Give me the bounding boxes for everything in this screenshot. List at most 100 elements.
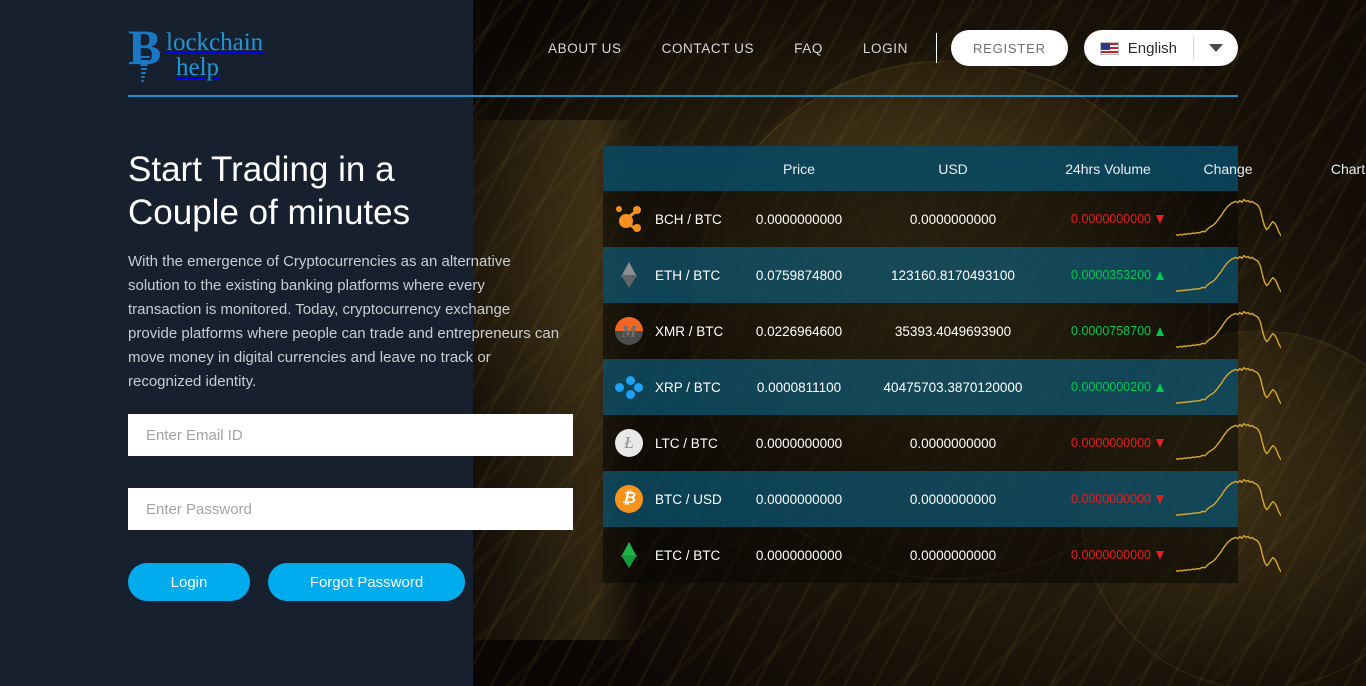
cell-price: 0.0226964600 [755, 323, 843, 339]
cell-pair: BCH / BTC [655, 211, 722, 227]
logo-tail-decoration [136, 56, 154, 84]
table-row[interactable]: Ł LTC / BTC 0.0000000000 0.0000000000 0.0000… [603, 415, 1281, 471]
cell-chart [1168, 253, 1288, 297]
etc-icon [615, 541, 643, 569]
change-value: 0.0000758700 [1071, 324, 1151, 338]
nav-login[interactable]: LOGIN [843, 41, 928, 56]
cell-pair: XMR / BTC [655, 323, 724, 339]
change-value: 0.0000000000 [1071, 492, 1151, 506]
cell-change: 0.0000353200 [1048, 268, 1168, 282]
cell-volume: 0.0000000000 [909, 435, 997, 451]
cell-volume: 0.0000000000 [909, 211, 997, 227]
coin-icon-cell: ₿ [603, 485, 655, 513]
table-row[interactable]: M XMR / BTC 0.0226964600 35393.4049693900 0.… [603, 303, 1281, 359]
cell-volume: 0.0000000000 [909, 547, 997, 563]
market-table: Price USD 24hrs Volume Change Chart BCH … [603, 146, 1365, 583]
table-row[interactable]: ETH / BTC 0.0759874800 123160.8170493100 0.… [603, 247, 1281, 303]
arrow-down-icon [1156, 214, 1164, 224]
logo-word-help: help [176, 54, 220, 81]
register-button[interactable]: REGISTER [950, 30, 1068, 66]
cell-volume: 0.0000000000 [909, 491, 997, 507]
column-header-usd: USD [938, 160, 968, 177]
site-logo[interactable]: B lockchain help [128, 22, 264, 84]
column-header-chart: Chart [1330, 160, 1366, 177]
nav-divider [935, 33, 937, 63]
cell-volume: 123160.8170493100 [891, 267, 1015, 283]
logo-word-blockchain: lockchain [166, 29, 264, 56]
ltc-icon: Ł [615, 429, 643, 457]
coin-icon-cell [603, 205, 655, 233]
nav-faq[interactable]: FAQ [774, 41, 843, 56]
cell-chart [1168, 533, 1288, 577]
cell-chart [1168, 309, 1288, 353]
cell-price: 0.0000000000 [755, 435, 843, 451]
email-input[interactable] [128, 414, 573, 456]
cell-chart [1168, 197, 1288, 241]
chevron-down-icon [1209, 44, 1223, 52]
change-value: 0.0000000200 [1071, 380, 1151, 394]
page-root: B lockchain help ABOUT US CONTACT US FAQ… [0, 0, 1366, 686]
sparkline-chart [1175, 534, 1281, 573]
sparkline-chart [1175, 254, 1281, 293]
sparkline-chart [1175, 422, 1281, 461]
market-table-header: Price USD 24hrs Volume Change Chart [603, 146, 1365, 191]
table-row[interactable]: ₿ BTC / USD 0.0000000000 0.0000000000 0.0000… [603, 471, 1281, 527]
main-navigation: ABOUT US CONTACT US FAQ LOGIN REGISTER E… [528, 0, 1238, 96]
forgot-password-button[interactable]: Forgot Password [268, 563, 465, 601]
language-selector[interactable]: English [1083, 30, 1238, 66]
btc-icon: ₿ [615, 485, 643, 513]
cell-pair: BTC / USD [655, 491, 722, 507]
change-value: 0.0000000000 [1071, 212, 1151, 226]
cell-price: 0.0759874800 [755, 267, 843, 283]
language-dropdown-toggle[interactable] [1194, 30, 1238, 66]
cell-change: 0.0000000200 [1048, 380, 1168, 394]
arrow-up-icon [1156, 382, 1164, 392]
nav-contact-us[interactable]: CONTACT US [642, 41, 775, 56]
cell-pair: XRP / BTC [655, 379, 721, 395]
login-button[interactable]: Login [128, 563, 250, 601]
table-row[interactable]: XRP / BTC 0.0000811100 40475703.3870120000… [603, 359, 1281, 415]
market-table-body: BCH / BTC 0.0000000000 0.0000000000 0.00000… [603, 191, 1281, 583]
cell-change: 0.0000758700 [1048, 324, 1168, 338]
cell-pair: ETC / BTC [655, 547, 721, 563]
password-input[interactable] [128, 488, 573, 530]
language-current[interactable]: English [1084, 30, 1193, 66]
coin-icon-cell [603, 261, 655, 289]
sparkline-chart [1175, 310, 1281, 349]
arrow-down-icon [1156, 438, 1164, 448]
change-value: 0.0000353200 [1071, 268, 1151, 282]
cell-price: 0.0000000000 [755, 491, 843, 507]
cell-chart [1168, 365, 1288, 409]
hero-description: With the emergence of Cryptocurrencies a… [128, 253, 560, 390]
sparkline-chart [1175, 198, 1281, 237]
language-label: English [1127, 39, 1177, 57]
table-row[interactable]: ETC / BTC 0.0000000000 0.0000000000 0.00000… [603, 527, 1281, 583]
xrp-icon [615, 373, 643, 401]
eth-icon [615, 261, 643, 289]
coin-icon-cell [603, 541, 655, 569]
cell-price: 0.0000000000 [755, 547, 843, 563]
nav-about-us[interactable]: ABOUT US [528, 41, 642, 56]
sparkline-chart [1175, 366, 1281, 405]
page-title: Start Trading in a Couple of minutes [128, 150, 411, 232]
xmr-icon: M [615, 317, 643, 345]
change-value: 0.0000000000 [1071, 548, 1151, 562]
arrow-up-icon [1156, 270, 1164, 280]
cell-price: 0.0000811100 [756, 379, 842, 395]
cell-pair: ETH / BTC [655, 267, 721, 283]
arrow-up-icon [1156, 326, 1164, 336]
column-header-volume: 24hrs Volume [1065, 160, 1151, 177]
change-value: 0.0000000000 [1071, 436, 1151, 450]
sparkline-chart [1175, 478, 1281, 517]
cell-pair: LTC / BTC [655, 435, 718, 451]
form-actions: Login Forgot Password [128, 563, 465, 601]
arrow-down-icon [1156, 494, 1164, 504]
arrow-down-icon [1156, 550, 1164, 560]
coin-icon-cell [603, 373, 655, 401]
coin-icon-cell: Ł [603, 429, 655, 457]
cell-chart [1168, 421, 1288, 465]
site-header: B lockchain help ABOUT US CONTACT US FAQ… [0, 0, 1366, 97]
us-flag-icon [1099, 41, 1119, 55]
cell-volume: 40475703.3870120000 [883, 379, 1023, 395]
table-row[interactable]: BCH / BTC 0.0000000000 0.0000000000 0.00000… [603, 191, 1281, 247]
